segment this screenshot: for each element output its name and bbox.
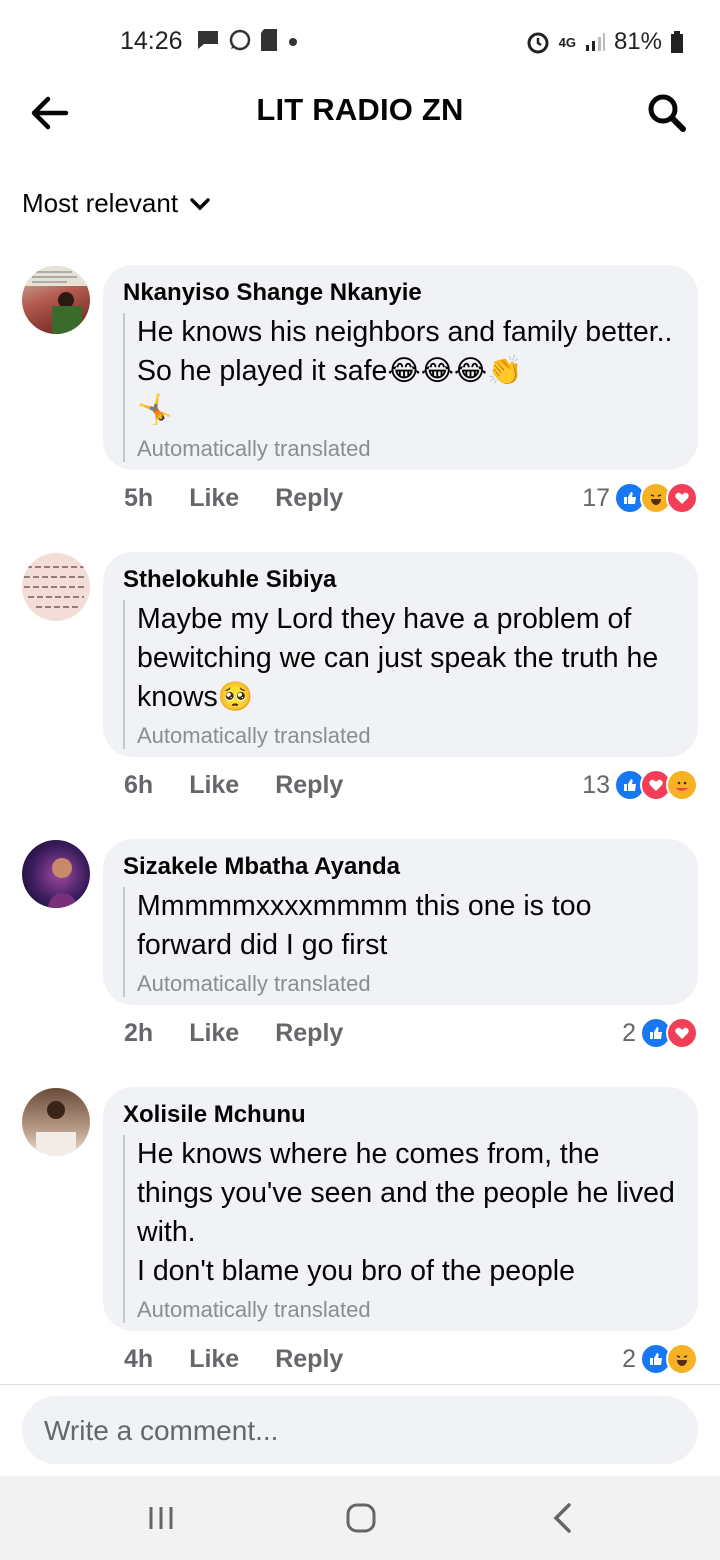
reply-button[interactable]: Reply [275, 771, 343, 800]
reply-button[interactable]: Reply [275, 484, 343, 513]
status-time: 14:26 [120, 27, 183, 55]
avatar[interactable] [22, 1088, 90, 1156]
comment-time[interactable]: 6h [124, 771, 153, 800]
comment-time[interactable]: 5h [124, 484, 153, 513]
chevron-down-icon [190, 197, 210, 210]
reaction-count: 17 [582, 483, 610, 512]
whatsapp-icon [229, 29, 251, 51]
system-nav-bar [0, 1476, 720, 1560]
reaction-count: 2 [622, 1344, 636, 1373]
comment-bubble[interactable]: Xolisile Mchunu He knows where he comes … [103, 1087, 698, 1331]
avatar[interactable] [22, 553, 90, 621]
reaction-count: 2 [622, 1018, 636, 1047]
status-bar: 14:26 4G 81% [0, 0, 720, 84]
comment-bubble[interactable]: Sthelokuhle Sibiya Maybe my Lord they ha… [103, 552, 698, 757]
comment-text: He knows his neighbors and family better… [137, 316, 673, 426]
reaction-summary[interactable]: 13 [582, 769, 698, 801]
reply-button[interactable]: Reply [275, 1019, 343, 1048]
recent-apps-button[interactable] [136, 1498, 186, 1538]
recent-apps-icon [149, 1507, 173, 1529]
home-icon [346, 1503, 376, 1533]
comment-author[interactable]: Nkanyiso Shange Nkanyie [123, 279, 678, 307]
comment-author[interactable]: Sizakele Mbatha Ayanda [123, 853, 678, 881]
care-reaction-icon [666, 769, 698, 801]
signal-icon [585, 33, 605, 51]
comment-time[interactable]: 2h [124, 1019, 153, 1048]
search-icon [648, 94, 686, 132]
search-button[interactable] [644, 90, 690, 136]
like-button[interactable]: Like [189, 1345, 239, 1374]
love-reaction-icon [666, 1017, 698, 1049]
chevron-left-icon [553, 1503, 571, 1533]
translation-note[interactable]: Automatically translated [137, 436, 678, 462]
divider [0, 1384, 720, 1385]
haha-reaction-icon [666, 1343, 698, 1375]
comment-text: Mmmmmxxxxmmmm this one is too forward di… [137, 890, 600, 961]
translation-note[interactable]: Automatically translated [137, 1297, 678, 1323]
avatar[interactable] [22, 840, 90, 908]
comment-text: He knows where he comes from, the things… [137, 1138, 675, 1287]
reaction-summary[interactable]: 2 [622, 1017, 698, 1049]
top-bar: LIT RADIO ZN [0, 84, 720, 140]
message-icon [198, 31, 218, 49]
comment-bubble[interactable]: Nkanyiso Shange Nkanyie He knows his nei… [103, 265, 698, 470]
alarm-icon [527, 32, 549, 54]
sd-card-icon [261, 29, 277, 51]
comment-author[interactable]: Sthelokuhle Sibiya [123, 566, 678, 594]
like-button[interactable]: Like [189, 484, 239, 513]
love-reaction-icon [666, 482, 698, 514]
comment-composer[interactable] [22, 1396, 698, 1466]
sort-dropdown[interactable]: Most relevant [22, 188, 210, 219]
reply-button[interactable]: Reply [275, 1345, 343, 1374]
like-button[interactable]: Like [189, 771, 239, 800]
comment-input[interactable] [42, 1396, 676, 1466]
battery-level: 81% [613, 28, 662, 55]
comment-time[interactable]: 4h [124, 1345, 153, 1374]
comment-text: Maybe my Lord they have a problem of bew… [137, 603, 667, 713]
translation-note[interactable]: Automatically translated [137, 971, 678, 997]
comment-author[interactable]: Xolisile Mchunu [123, 1101, 678, 1129]
reaction-summary[interactable]: 17 [582, 482, 698, 514]
comment-bubble[interactable]: Sizakele Mbatha Ayanda Mmmmmxxxxmmmm thi… [103, 839, 698, 1005]
network-type: 4G [558, 34, 576, 50]
reaction-count: 13 [582, 770, 610, 799]
home-button[interactable] [336, 1498, 386, 1538]
notification-dot-icon [289, 38, 297, 46]
like-button[interactable]: Like [189, 1019, 239, 1048]
avatar[interactable] [22, 266, 90, 334]
page-title: LIT RADIO ZN [256, 92, 464, 127]
battery-icon [671, 31, 683, 53]
reaction-summary[interactable]: 2 [622, 1343, 698, 1375]
sort-label: Most relevant [22, 188, 179, 218]
translation-note[interactable]: Automatically translated [137, 723, 678, 749]
back-nav-button[interactable] [538, 1498, 588, 1538]
